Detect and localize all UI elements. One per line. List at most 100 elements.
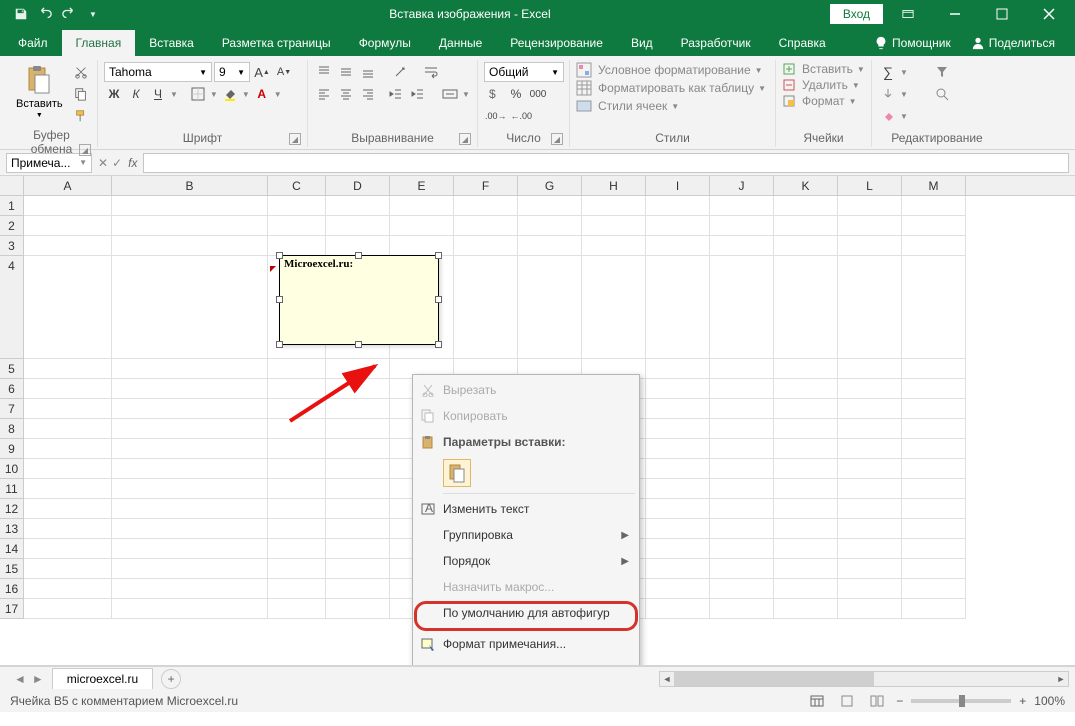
- fill-color-icon[interactable]: [220, 84, 240, 104]
- decrease-indent-icon[interactable]: [386, 84, 406, 104]
- resize-handle[interactable]: [276, 296, 283, 303]
- number-format-combo[interactable]: Общий▼: [484, 62, 564, 82]
- sheet-tab[interactable]: microexcel.ru: [52, 668, 153, 689]
- grow-font-icon[interactable]: A▲: [252, 62, 272, 82]
- zoom-slider[interactable]: [911, 699, 1011, 703]
- column-header[interactable]: J: [710, 176, 774, 195]
- column-header[interactable]: F: [454, 176, 518, 195]
- autosum-icon[interactable]: ∑: [878, 62, 898, 82]
- share-button[interactable]: Поделиться: [961, 30, 1065, 56]
- resize-handle[interactable]: [276, 341, 283, 348]
- enter-formula-icon[interactable]: ✓: [112, 156, 122, 170]
- shrink-font-icon[interactable]: A▼: [274, 62, 294, 82]
- ribbon-options-icon[interactable]: [885, 0, 930, 28]
- align-top-icon[interactable]: [314, 62, 334, 82]
- bold-button[interactable]: Ж: [104, 84, 124, 104]
- tab-formulas[interactable]: Формулы: [345, 30, 425, 56]
- borders-icon[interactable]: [188, 84, 208, 104]
- redo-icon[interactable]: [58, 3, 80, 25]
- clear-icon[interactable]: [878, 106, 898, 126]
- ctx-link[interactable]: Ссылка: [415, 657, 637, 666]
- column-header[interactable]: H: [582, 176, 646, 195]
- cell-styles-button[interactable]: Стили ячеек▼: [576, 98, 679, 114]
- font-size-combo[interactable]: 9▼: [214, 62, 250, 82]
- row-header[interactable]: 15: [0, 559, 23, 579]
- row-header[interactable]: 3: [0, 236, 23, 256]
- tab-insert[interactable]: Вставка: [135, 30, 208, 56]
- qat-dropdown-icon[interactable]: ▼: [82, 3, 104, 25]
- font-color-icon[interactable]: A: [252, 84, 272, 104]
- row-header[interactable]: 12: [0, 499, 23, 519]
- format-cells-button[interactable]: Формат▼: [782, 94, 857, 108]
- tab-review[interactable]: Рецензирование: [496, 30, 617, 56]
- resize-handle[interactable]: [435, 252, 442, 259]
- formula-input[interactable]: [143, 153, 1069, 173]
- sort-filter-icon[interactable]: [932, 62, 952, 82]
- row-header[interactable]: 5: [0, 359, 23, 379]
- increase-indent-icon[interactable]: [408, 84, 428, 104]
- ctx-group[interactable]: Группировка▶: [415, 522, 637, 548]
- fx-icon[interactable]: fx: [128, 156, 137, 170]
- align-bottom-icon[interactable]: [358, 62, 378, 82]
- zoom-in-icon[interactable]: +: [1019, 694, 1026, 708]
- increase-decimal-icon[interactable]: .00→: [484, 106, 508, 126]
- percent-icon[interactable]: %: [506, 84, 526, 104]
- copy-icon[interactable]: [71, 84, 91, 104]
- tab-view[interactable]: Вид: [617, 30, 667, 56]
- font-name-combo[interactable]: Tahoma▼: [104, 62, 212, 82]
- page-break-view-icon[interactable]: [866, 692, 888, 710]
- orientation-icon[interactable]: [390, 62, 410, 82]
- column-header[interactable]: B: [112, 176, 268, 195]
- tell-me-button[interactable]: Помощник: [864, 30, 961, 56]
- resize-handle[interactable]: [435, 341, 442, 348]
- select-all-corner[interactable]: [0, 176, 24, 196]
- row-header[interactable]: 16: [0, 579, 23, 599]
- comment-box[interactable]: Microexcel.ru:: [279, 255, 439, 345]
- page-layout-view-icon[interactable]: [836, 692, 858, 710]
- column-header[interactable]: I: [646, 176, 710, 195]
- tab-file[interactable]: Файл: [4, 30, 62, 56]
- find-icon[interactable]: [932, 84, 952, 104]
- scroll-right-icon[interactable]: ►: [1054, 672, 1068, 686]
- row-header[interactable]: 8: [0, 419, 23, 439]
- close-icon[interactable]: [1026, 0, 1071, 28]
- dialog-launcher-icon[interactable]: ◢: [551, 133, 563, 145]
- ctx-macro[interactable]: Назначить макрос...: [415, 574, 637, 600]
- column-header[interactable]: D: [326, 176, 390, 195]
- row-header[interactable]: 13: [0, 519, 23, 539]
- align-right-icon[interactable]: [358, 84, 378, 104]
- zoom-out-icon[interactable]: −: [896, 694, 903, 708]
- ctx-cut[interactable]: Вырезать: [415, 377, 637, 403]
- ctx-order[interactable]: Порядок▶: [415, 548, 637, 574]
- currency-icon[interactable]: $: [484, 84, 504, 104]
- zoom-level[interactable]: 100%: [1034, 694, 1065, 708]
- resize-handle[interactable]: [276, 252, 283, 259]
- column-header[interactable]: C: [268, 176, 326, 195]
- wrap-text-icon[interactable]: [422, 62, 442, 82]
- row-header[interactable]: 14: [0, 539, 23, 559]
- paste-button[interactable]: Вставить ▼: [12, 62, 67, 121]
- ctx-format-note[interactable]: Формат примечания...: [415, 631, 637, 657]
- tab-developer[interactable]: Разработчик: [667, 30, 765, 56]
- scroll-thumb[interactable]: [674, 672, 874, 686]
- row-header[interactable]: 11: [0, 479, 23, 499]
- column-header[interactable]: G: [518, 176, 582, 195]
- ctx-edit-text[interactable]: A Изменить текст: [415, 496, 637, 522]
- italic-button[interactable]: К: [126, 84, 146, 104]
- cancel-formula-icon[interactable]: ✕: [98, 156, 108, 170]
- resize-handle[interactable]: [355, 252, 362, 259]
- row-header[interactable]: 1: [0, 196, 23, 216]
- normal-view-icon[interactable]: [806, 692, 828, 710]
- tab-home[interactable]: Главная: [62, 30, 136, 56]
- paste-option-button[interactable]: [443, 459, 471, 487]
- decrease-decimal-icon[interactable]: ←.00: [510, 106, 534, 126]
- conditional-formatting-button[interactable]: Условное форматирование▼: [576, 62, 763, 78]
- horizontal-scrollbar[interactable]: ◄ ►: [659, 671, 1069, 687]
- save-icon[interactable]: [10, 3, 32, 25]
- tab-data[interactable]: Данные: [425, 30, 496, 56]
- row-header[interactable]: 6: [0, 379, 23, 399]
- underline-button[interactable]: Ч: [148, 84, 168, 104]
- add-sheet-button[interactable]: +: [161, 669, 181, 689]
- row-header[interactable]: 7: [0, 399, 23, 419]
- column-header[interactable]: M: [902, 176, 966, 195]
